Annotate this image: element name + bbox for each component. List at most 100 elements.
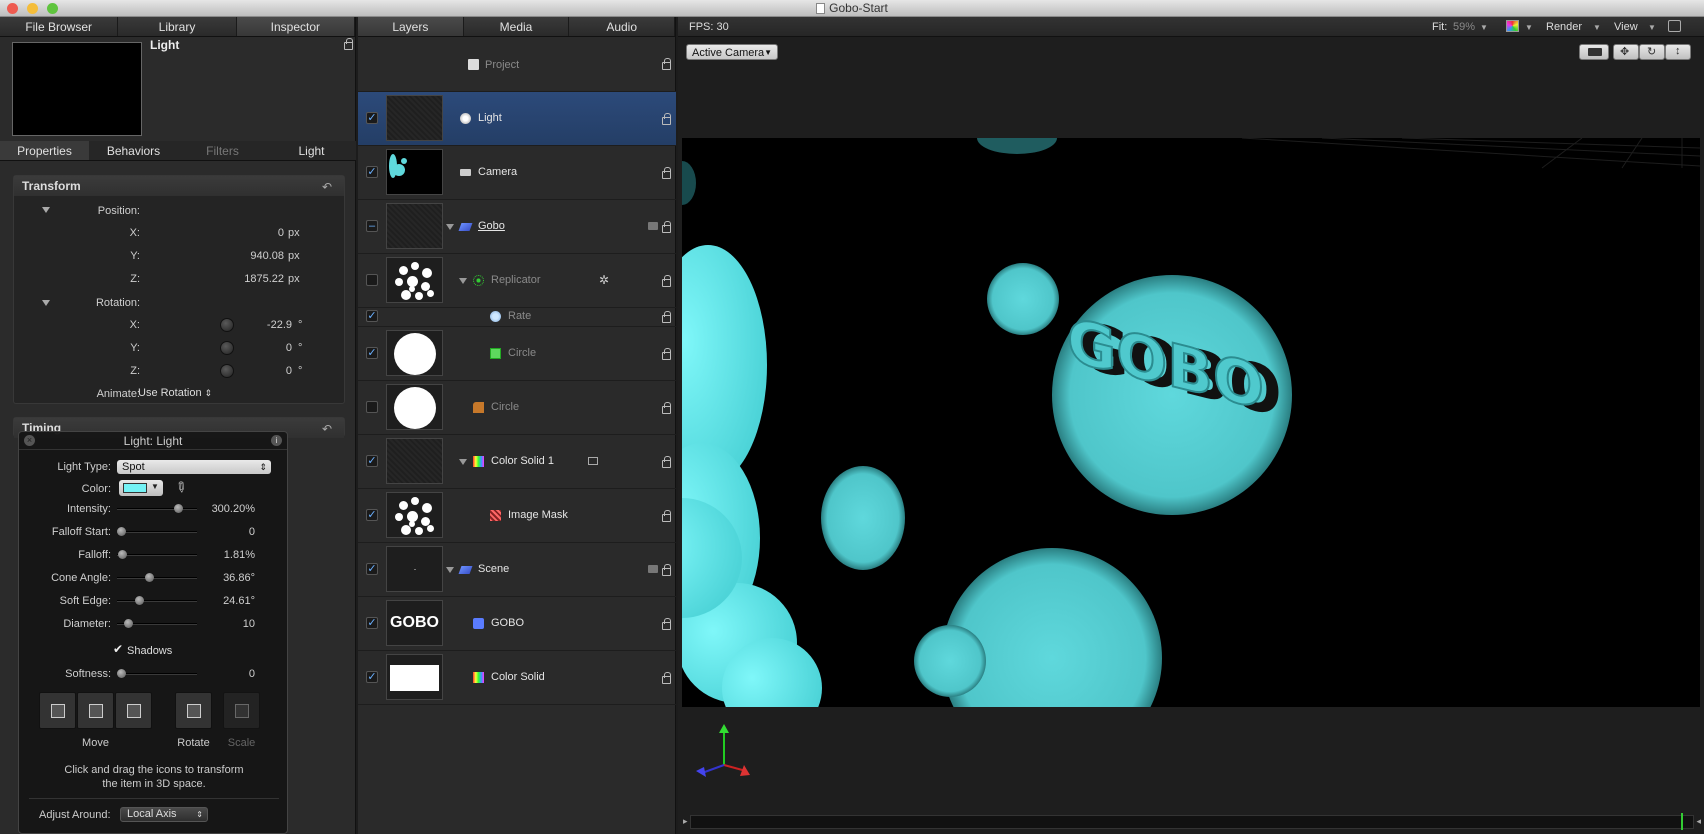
tab-properties[interactable]: Properties [0, 141, 89, 160]
layer-visibility-checkbox[interactable]: ✓ [366, 563, 378, 575]
layer-visibility-checkbox[interactable]: ✓ [366, 347, 378, 359]
slider-knob[interactable] [117, 527, 126, 536]
hud-info-icon[interactable]: i [271, 435, 282, 446]
layer-visibility-checkbox[interactable] [366, 274, 378, 286]
color-well[interactable]: ▼ [119, 480, 163, 496]
disclosure-triangle-icon[interactable] [42, 300, 50, 306]
group-layers-icon[interactable] [648, 222, 658, 230]
tab-audio[interactable]: Audio [569, 17, 676, 36]
layer-name[interactable]: Circle [508, 347, 536, 359]
zoom-window-button[interactable] [47, 3, 58, 14]
rotation-y-value[interactable]: 0 [234, 342, 292, 354]
mini-timeline[interactable]: ▸ ◂ [683, 813, 1701, 830]
reset-icon[interactable]: ↶ [322, 180, 332, 194]
canvas-viewport[interactable]: GOBO GOBO [682, 138, 1700, 707]
rotation-x-value[interactable]: -22.9 [234, 319, 292, 331]
pan-camera-button[interactable]: ✥ [1613, 44, 1639, 60]
animate-popup[interactable]: Use Rotation ⇕ [138, 387, 212, 399]
chevron-down-icon[interactable]: ▼ [1593, 23, 1601, 32]
lock-icon[interactable] [662, 275, 671, 287]
fit-value[interactable]: 59% [1453, 21, 1475, 33]
layout-icon[interactable] [1668, 20, 1681, 32]
layer-visibility-checkbox[interactable]: ✓ [366, 671, 378, 683]
layer-row[interactable]: ✓ GOBO GOBO [358, 597, 676, 651]
tab-inspector[interactable]: Inspector [236, 17, 355, 36]
falloff-slider[interactable] [117, 550, 197, 559]
layer-visibility-checkbox[interactable]: ✓ [366, 112, 378, 124]
falloff-start-value[interactable]: 0 [199, 526, 255, 538]
layer-name[interactable]: Replicator [491, 274, 541, 286]
layer-row[interactable]: ✓ Rate [358, 308, 676, 327]
reset-icon[interactable]: ↶ [322, 422, 332, 436]
tab-library[interactable]: Library [118, 17, 237, 36]
move-z-button[interactable] [115, 692, 152, 729]
close-window-button[interactable] [7, 3, 18, 14]
lock-icon[interactable] [662, 672, 671, 684]
lock-icon[interactable] [662, 58, 671, 70]
layer-visibility-checkbox[interactable]: ✓ [366, 509, 378, 521]
intensity-value[interactable]: 300.20% [199, 503, 255, 515]
lock-icon[interactable] [662, 167, 671, 179]
layer-visibility-checkbox[interactable]: – [366, 220, 378, 232]
lock-icon[interactable] [662, 113, 671, 125]
layer-row[interactable]: Circle [358, 381, 676, 435]
layer-row[interactable]: ✓ Scene [358, 543, 676, 597]
position-y-value[interactable]: 940.08 [194, 250, 284, 262]
mask-icon[interactable] [588, 457, 598, 465]
layer-name[interactable]: Circle [491, 401, 519, 413]
shadows-checkbox[interactable]: ✔ [113, 643, 127, 656]
layer-row[interactable]: ✓ Circle [358, 327, 676, 381]
layer-name[interactable]: Scene [478, 563, 509, 575]
active-camera-popup[interactable]: Active Camera ▼ [686, 44, 778, 60]
layer-visibility-checkbox[interactable]: ✓ [366, 310, 378, 322]
layer-name[interactable]: Rate [508, 310, 531, 322]
intensity-slider[interactable] [117, 504, 197, 513]
lock-icon[interactable] [662, 618, 671, 630]
tab-layers[interactable]: Layers [358, 17, 464, 36]
layer-visibility-checkbox[interactable]: ✓ [366, 455, 378, 467]
lock-icon[interactable] [662, 348, 671, 360]
slider-knob[interactable] [145, 573, 155, 582]
chevron-down-icon[interactable]: ▼ [1525, 23, 1533, 32]
layer-name[interactable]: Color Solid [491, 671, 545, 683]
diameter-slider[interactable] [117, 619, 197, 628]
soft-edge-value[interactable]: 24.61° [199, 595, 255, 607]
layer-name[interactable]: Image Mask [508, 509, 568, 521]
disclosure-triangle-icon[interactable] [459, 459, 467, 465]
lock-icon[interactable] [662, 311, 671, 323]
cone-angle-slider[interactable] [117, 573, 197, 582]
camera-view-button[interactable] [1579, 44, 1609, 60]
diameter-value[interactable]: 10 [199, 618, 255, 630]
disclosure-triangle-icon[interactable] [446, 567, 454, 573]
rotation-x-dial[interactable] [220, 318, 234, 332]
project-row[interactable]: Project [358, 38, 676, 92]
view-menu[interactable]: View [1614, 21, 1638, 33]
softness-slider[interactable] [117, 669, 197, 678]
slider-knob[interactable] [134, 596, 144, 605]
layer-row[interactable]: Replicator ✲ [358, 254, 676, 308]
lock-icon[interactable] [662, 402, 671, 414]
position-x-value[interactable]: 0 [194, 227, 284, 239]
falloff-start-slider[interactable] [117, 527, 197, 536]
slider-knob[interactable] [173, 504, 183, 513]
layer-visibility-checkbox[interactable]: ✓ [366, 166, 378, 178]
layer-row[interactable]: ✓ Image Mask [358, 489, 676, 543]
group-layers-icon[interactable] [648, 565, 658, 573]
chevron-down-icon[interactable]: ▼ [1648, 23, 1656, 32]
softness-value[interactable]: 0 [199, 668, 255, 680]
lock-icon[interactable] [344, 38, 353, 50]
transform-header[interactable]: Transform [14, 176, 344, 196]
rotate-button[interactable] [175, 692, 212, 729]
layer-name[interactable]: Light [478, 112, 502, 124]
disclosure-triangle-icon[interactable] [446, 224, 454, 230]
dolly-camera-button[interactable]: ↕ [1665, 44, 1691, 60]
slider-knob[interactable] [124, 619, 134, 628]
soft-edge-slider[interactable] [117, 596, 197, 605]
chevron-down-icon[interactable]: ▼ [1480, 23, 1488, 32]
timeline-end-marker[interactable]: ◂ [1696, 816, 1701, 827]
cone-angle-value[interactable]: 36.86° [199, 572, 255, 584]
timeline-start-marker[interactable]: ▸ [683, 816, 688, 827]
layer-visibility-checkbox[interactable] [366, 401, 378, 413]
tab-file-browser[interactable]: File Browser [0, 17, 119, 36]
tab-filters[interactable]: Filters [178, 141, 267, 160]
